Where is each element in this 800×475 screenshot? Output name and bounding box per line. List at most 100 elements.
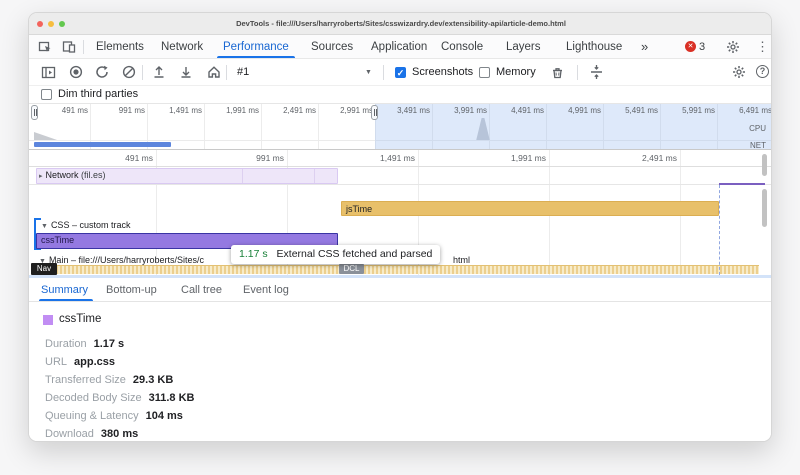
memory-checkbox[interactable] xyxy=(479,67,490,78)
summary-row: Duration1.17 s xyxy=(45,334,124,352)
expanded-triangle-icon[interactable]: ▼ xyxy=(41,223,48,230)
track-focus-bracket-top xyxy=(34,218,41,220)
network-request-line xyxy=(719,183,765,185)
net-row-label: NET xyxy=(750,141,766,150)
css-track-label[interactable]: ▼CSS – custom track xyxy=(41,220,130,230)
summary-row-label: Download xyxy=(45,428,94,440)
load-profile-icon[interactable] xyxy=(152,65,166,79)
summary-row-label: Decoded Body Size xyxy=(45,392,142,404)
overview-tick: 6,491 ms xyxy=(739,106,772,115)
live-metrics-home-icon[interactable] xyxy=(207,65,221,79)
settings-gear-icon[interactable] xyxy=(726,40,740,54)
clear-icon[interactable] xyxy=(122,65,136,79)
summary-row-label: Duration xyxy=(45,338,87,350)
tab-layers[interactable]: Layers xyxy=(506,35,541,59)
ruler-tick: 491 ms xyxy=(125,153,153,163)
cpu-row-label: CPU xyxy=(749,124,766,133)
tab-bottom-up[interactable]: Bottom-up xyxy=(106,278,157,302)
dim-third-parties-row: Dim third parties xyxy=(29,86,772,103)
summary-row-label: Queuing & Latency xyxy=(45,410,139,422)
separator xyxy=(142,65,143,80)
devtools-tabbar: Elements Network Performance Sources App… xyxy=(29,35,772,59)
overview-tick: 991 ms xyxy=(119,106,145,115)
window-titlebar: DevTools - file:///Users/harryroberts/Si… xyxy=(29,13,772,35)
help-icon[interactable]: ? xyxy=(756,65,769,78)
vertical-scrollbar-thumb[interactable] xyxy=(762,154,767,176)
summary-row-label: Transferred Size xyxy=(45,374,126,386)
overview-tick: 1,991 ms xyxy=(226,106,259,115)
toggle-sidebar-icon[interactable] xyxy=(41,65,56,80)
tab-network[interactable]: Network xyxy=(161,35,203,59)
row-divider xyxy=(29,184,772,185)
tooltip-duration: 1.17 s xyxy=(239,248,268,260)
summary-row: Transferred Size 29.3 KB xyxy=(45,370,173,388)
kebab-menu-icon[interactable]: ⋮ xyxy=(756,35,769,59)
save-profile-icon[interactable] xyxy=(179,65,193,79)
tab-console[interactable]: Console xyxy=(441,35,483,59)
flamechart-area[interactable]: ▸Network (fil.es) jsTime ▼CSS – custom t… xyxy=(29,167,772,275)
selection-handle-left[interactable] xyxy=(31,105,38,120)
screenshots-checkbox[interactable]: ✓ xyxy=(395,67,406,78)
memory-label[interactable]: Memory xyxy=(496,66,536,79)
timeline-overview[interactable]: 491 ms 991 ms 1,491 ms 1,991 ms 2,491 ms… xyxy=(29,103,772,150)
network-overview-bar xyxy=(34,142,171,147)
error-count[interactable]: 3 xyxy=(699,35,705,59)
gridline xyxy=(318,104,319,150)
tab-sources[interactable]: Sources xyxy=(311,35,353,59)
network-track-label[interactable]: ▸Network (fil.es) xyxy=(39,170,106,180)
dim-third-parties-checkbox[interactable] xyxy=(41,89,52,100)
summary-title: cssTime xyxy=(59,313,101,325)
separator xyxy=(83,40,84,54)
network-bar-text: (fil.es) xyxy=(81,170,106,180)
summary-row-value[interactable]: app.css xyxy=(74,356,115,368)
main-track-label[interactable]: ▼Main – file:///Users/harryroberts/Sites… xyxy=(39,255,204,265)
ruler-tick: 1,991 ms xyxy=(511,153,546,163)
gridline xyxy=(261,104,262,150)
tab-call-tree[interactable]: Call tree xyxy=(181,278,222,302)
gridline xyxy=(680,150,681,167)
main-activity-bar[interactable] xyxy=(36,265,759,274)
device-toolbar-icon[interactable] xyxy=(62,40,76,54)
selection-handle-right[interactable] xyxy=(371,105,378,120)
ruler-tick: 1,491 ms xyxy=(380,153,415,163)
request-segment-divider xyxy=(314,169,315,183)
summary-row-value: 104 ms xyxy=(146,410,183,422)
overview-tick: 1,491 ms xyxy=(169,106,202,115)
overview-tick: 3,991 ms xyxy=(454,106,487,115)
error-badge-icon[interactable]: ✕ xyxy=(685,41,696,52)
gridline xyxy=(204,104,205,150)
inspect-element-icon[interactable] xyxy=(38,40,52,54)
tab-application[interactable]: Application xyxy=(371,35,427,59)
record-and-reload-icon[interactable] xyxy=(95,65,109,79)
summary-panel: cssTime Duration1.17 s URL app.css Transf… xyxy=(29,302,772,442)
tab-lighthouse[interactable]: Lighthouse xyxy=(566,35,622,59)
tab-elements[interactable]: Elements xyxy=(96,35,144,59)
screenshots-label[interactable]: Screenshots xyxy=(412,66,473,79)
nav-marker-badge[interactable]: Nav xyxy=(31,263,57,275)
history-select[interactable]: #1 xyxy=(237,66,249,79)
overview-tick: 5,491 ms xyxy=(625,106,658,115)
jstime-event-bar[interactable]: jsTime xyxy=(341,201,719,216)
capture-settings-gear-icon[interactable] xyxy=(732,65,746,79)
overview-tick: 4,991 ms xyxy=(568,106,601,115)
summary-row-label: URL xyxy=(45,356,67,368)
tooltip-text: External CSS fetched and parsed xyxy=(277,248,433,260)
vertical-scrollbar-thumb[interactable] xyxy=(762,189,767,227)
active-tab-underline xyxy=(39,299,93,302)
gridline xyxy=(287,150,288,167)
overview-tick: 491 ms xyxy=(62,106,88,115)
collect-garbage-icon[interactable] xyxy=(550,65,565,80)
summary-row-value: 29.3 KB xyxy=(133,374,173,386)
dim-third-parties-label[interactable]: Dim third parties xyxy=(58,88,138,101)
tab-event-log[interactable]: Event log xyxy=(243,278,289,302)
dcl-marker-badge[interactable]: DCL xyxy=(339,264,364,274)
history-caret-icon[interactable]: ▼ xyxy=(365,69,372,76)
more-tabs-chevron-icon[interactable]: » xyxy=(641,35,648,59)
summary-row: Queuing & Latency 104 ms xyxy=(45,406,183,424)
separator xyxy=(383,65,384,80)
ruler-tick: 991 ms xyxy=(256,153,284,163)
separator xyxy=(226,65,227,80)
record-icon[interactable] xyxy=(69,65,83,79)
collapsed-triangle-icon[interactable]: ▸ xyxy=(39,173,43,180)
collapse-rows-icon[interactable] xyxy=(589,64,604,80)
